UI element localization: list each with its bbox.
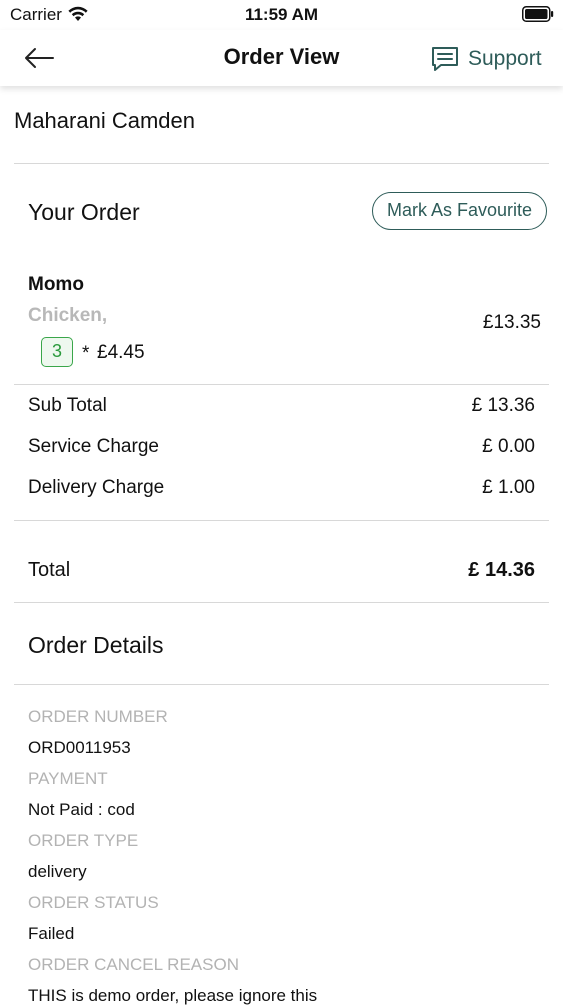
nav-bar: Order View Support [0,30,563,86]
mark-favourite-button[interactable]: Mark As Favourite [372,192,547,230]
support-label: Support [468,47,542,70]
divider [14,684,549,685]
cancel-reason-value: THIS is demo order, please ignore this [28,986,318,1005]
divider [14,163,549,164]
summary-label: Service Charge [28,436,159,457]
chat-icon [432,47,458,71]
payment-value: Not Paid : cod [28,800,135,819]
total-value: £ 14.36 [468,559,535,581]
summary-value: £ 13.36 [471,395,535,416]
order-type-label: ORDER TYPE [28,831,139,850]
order-status-value: Failed [28,924,75,943]
status-bar: Carrier 11:59 AM [0,0,563,30]
summary-value: £ 0.00 [482,436,535,457]
order-status-label: ORDER STATUS [28,893,159,912]
order-number-label: ORDER NUMBER [28,707,168,726]
battery-icon [522,6,554,22]
your-order-heading: Your Order [28,199,140,225]
support-button[interactable]: Support [430,44,542,74]
order-type-value: delivery [28,862,87,881]
multiply-sign: * [82,343,90,364]
order-number-value: ORD0011953 [28,738,131,757]
restaurant-name: Maharani Camden [14,108,195,133]
divider [14,520,549,521]
item-option: Chicken, [28,305,108,326]
cancel-reason-label: ORDER CANCEL REASON [28,955,239,974]
summary-label: Delivery Charge [28,477,165,498]
quantity-badge: 3 [41,337,73,367]
total-label: Total [28,559,71,581]
summary-label: Sub Total [28,395,107,416]
clock-time: 11:59 AM [244,5,319,24]
item-line-price: £13.35 [482,312,541,333]
divider [14,602,549,603]
divider [14,384,549,385]
item-unit-price: £4.45 [97,342,145,363]
order-details-heading: Order Details [28,632,164,658]
summary-value: £ 1.00 [482,477,535,498]
item-name: Momo [28,274,84,295]
payment-label: PAYMENT [28,769,108,788]
